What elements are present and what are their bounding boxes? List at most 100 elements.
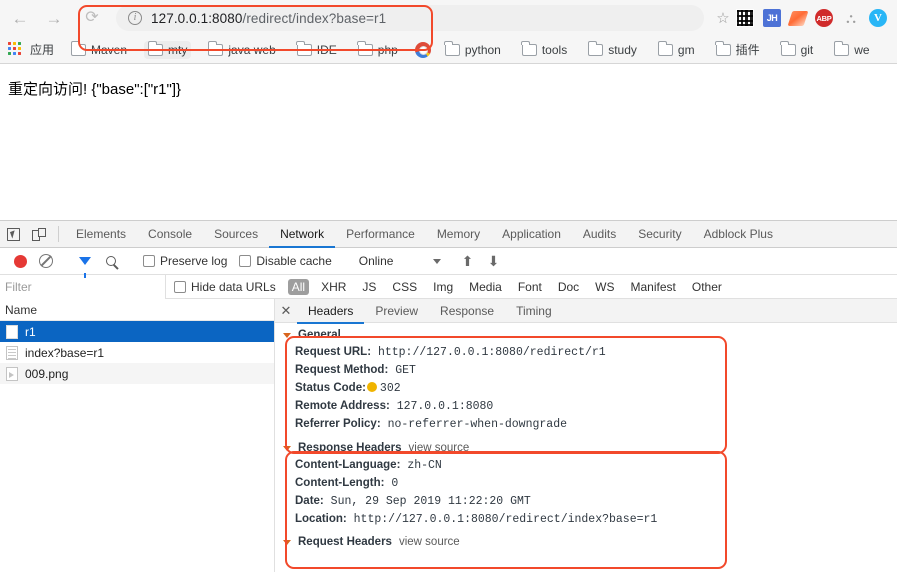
request-name-column-header[interactable]: Name — [0, 299, 274, 321]
folder-icon — [208, 44, 223, 56]
table-row[interactable]: index?base=r1 — [0, 342, 274, 363]
tab-adblock-plus[interactable]: Adblock Plus — [693, 221, 784, 247]
filter-chip-manifest[interactable]: Manifest — [627, 279, 680, 295]
header-key: Request URL: — [295, 346, 371, 358]
devtools-tab-bar: Elements Console Sources Network Perform… — [0, 221, 897, 248]
tab-network[interactable]: Network — [269, 221, 335, 247]
disclosure-triangle-icon[interactable] — [283, 446, 291, 451]
tab-preview[interactable]: Preview — [364, 299, 429, 323]
tab-security[interactable]: Security — [627, 221, 692, 247]
table-row[interactable]: 009.png — [0, 363, 274, 384]
filter-chip-js[interactable]: JS — [358, 279, 380, 295]
apps-grid-icon[interactable] — [8, 42, 23, 57]
header-key: Location: — [295, 513, 347, 525]
tab-elements[interactable]: Elements — [65, 221, 137, 247]
site-info-icon[interactable]: i — [128, 11, 142, 25]
image-icon — [6, 367, 18, 381]
tab-headers[interactable]: Headers — [297, 299, 364, 323]
bookmark-folder-tools[interactable]: tools — [518, 41, 571, 59]
filter-chip-all[interactable]: All — [288, 279, 309, 295]
view-source-link[interactable]: view source — [399, 536, 460, 548]
v-extension-icon[interactable]: V — [869, 9, 887, 27]
bookmark-folder-python[interactable]: python — [441, 41, 505, 59]
bookmark-folder-maven[interactable]: Maven — [67, 41, 131, 59]
filter-icon[interactable] — [72, 257, 98, 265]
import-har-icon[interactable]: ⬆ — [454, 254, 480, 268]
filter-chip-media[interactable]: Media — [465, 279, 506, 295]
filter-chip-font[interactable]: Font — [514, 279, 546, 295]
bookmark-label: IDE — [317, 43, 337, 57]
bookmark-folder-mty[interactable]: mty — [144, 41, 191, 59]
back-icon[interactable]: ← — [6, 4, 34, 32]
forward-icon[interactable]: → — [40, 4, 68, 32]
chrome-bookmark-icon[interactable] — [415, 42, 431, 58]
address-bar[interactable]: i 127.0.0.1:8080/redirect/index?base=r1 — [116, 5, 704, 31]
tab-response[interactable]: Response — [429, 299, 505, 323]
search-icon[interactable] — [98, 256, 124, 266]
folder-icon — [71, 44, 86, 56]
bookmark-folder-gm[interactable]: gm — [654, 41, 699, 59]
header-row-content-length: Content-Length: 0 — [281, 474, 897, 492]
bookmark-folder-we[interactable]: we — [830, 41, 873, 59]
filter-chip-css[interactable]: CSS — [388, 279, 421, 295]
bookmark-folder-ide[interactable]: IDE — [293, 41, 341, 59]
view-source-link[interactable]: view source — [409, 442, 470, 454]
hide-data-urls-checkbox[interactable]: Hide data URLs — [166, 280, 284, 294]
header-value: 0 — [391, 477, 398, 490]
bookmark-folder-plugins[interactable]: 插件 — [712, 39, 764, 60]
preserve-log-checkbox[interactable]: Preserve log — [137, 254, 233, 268]
adblock-plus-icon[interactable]: ABP — [815, 9, 833, 27]
bookmark-apps-label[interactable]: 应用 — [30, 41, 54, 58]
table-row[interactable]: r1 — [0, 321, 274, 342]
reload-icon[interactable]: ⟳ — [78, 4, 106, 32]
filter-chip-img[interactable]: Img — [429, 279, 457, 295]
inspect-element-icon[interactable] — [0, 221, 26, 247]
bookmark-star-icon[interactable]: ☆ — [712, 9, 734, 27]
tab-application[interactable]: Application — [491, 221, 572, 247]
bookmark-folder-php[interactable]: php — [354, 41, 402, 59]
disable-cache-checkbox[interactable]: Disable cache — [233, 254, 337, 268]
disclosure-triangle-icon[interactable] — [283, 333, 291, 338]
clear-icon[interactable] — [33, 254, 59, 268]
bookmark-folder-study[interactable]: study — [584, 41, 641, 59]
tab-audits[interactable]: Audits — [572, 221, 627, 247]
header-key: Request Method: — [295, 364, 388, 376]
tab-sources[interactable]: Sources — [203, 221, 269, 247]
section-title-label: General — [298, 329, 341, 341]
tab-timing[interactable]: Timing — [505, 299, 563, 323]
filter-input[interactable] — [0, 275, 166, 299]
site-tree-icon[interactable]: ⛬ — [842, 9, 860, 27]
section-request-headers[interactable]: Request Headers view source — [281, 533, 897, 550]
bookmarks-bar: 应用 Maven mty java web IDE php python t — [0, 36, 897, 63]
checkbox-box — [174, 281, 186, 293]
disclosure-triangle-icon[interactable] — [283, 540, 291, 545]
tab-performance[interactable]: Performance — [335, 221, 426, 247]
bookmark-label: we — [854, 43, 869, 57]
network-body: Name r1 index?base=r1 009.png ✕ Headers … — [0, 299, 897, 572]
thunder-download-icon[interactable] — [788, 11, 809, 26]
filter-chip-doc[interactable]: Doc — [554, 279, 583, 295]
header-key: Status Code: — [295, 382, 366, 394]
preserve-log-label: Preserve log — [160, 254, 227, 268]
folder-icon — [834, 44, 849, 56]
header-row-remote-address: Remote Address: 127.0.0.1:8080 — [281, 397, 897, 415]
bookmark-folder-git[interactable]: git — [777, 41, 818, 59]
request-detail-panel: ✕ Headers Preview Response Timing Genera… — [275, 299, 897, 572]
header-key: Referrer Policy: — [295, 418, 381, 430]
section-response-headers[interactable]: Response Headers view source — [281, 439, 897, 456]
record-button[interactable] — [7, 255, 33, 268]
close-icon[interactable]: ✕ — [275, 303, 297, 319]
export-har-icon[interactable]: ⬇ — [480, 254, 506, 268]
filter-chip-xhr[interactable]: XHR — [317, 279, 350, 295]
device-toolbar-icon[interactable] — [26, 221, 52, 247]
bookmark-folder-java-web[interactable]: java web — [204, 41, 279, 59]
header-value: no-referrer-when-downgrade — [388, 418, 567, 431]
filter-chip-ws[interactable]: WS — [591, 279, 618, 295]
tab-memory[interactable]: Memory — [426, 221, 491, 247]
tab-console[interactable]: Console — [137, 221, 203, 247]
filter-chip-other[interactable]: Other — [688, 279, 726, 295]
qr-code-icon[interactable] — [736, 9, 754, 27]
section-general[interactable]: General — [281, 326, 897, 343]
throttling-select[interactable]: Online — [351, 254, 442, 268]
jh-extension-icon[interactable]: JH — [763, 9, 781, 27]
